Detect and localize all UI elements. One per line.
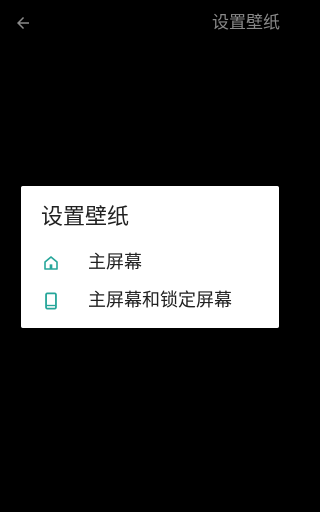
arrow-left-icon — [17, 17, 29, 29]
top-app-bar: 设置壁纸 — [0, 0, 299, 46]
set-wallpaper-dialog: 设置壁纸 主屏幕 主屏幕和锁定屏幕 — [21, 186, 279, 328]
phone-icon — [41, 291, 61, 311]
dialog-title: 设置壁纸 — [41, 205, 130, 230]
back-button[interactable] — [10, 11, 36, 35]
option-home-and-lock-screen[interactable]: 主屏幕和锁定屏幕 — [21, 282, 279, 320]
option-home-screen[interactable]: 主屏幕 — [21, 244, 279, 282]
page-title: 设置壁纸 — [212, 13, 280, 33]
home-icon — [41, 253, 61, 273]
option-label-home-screen: 主屏幕 — [88, 252, 142, 273]
option-label-home-and-lock-screen: 主屏幕和锁定屏幕 — [88, 290, 232, 311]
